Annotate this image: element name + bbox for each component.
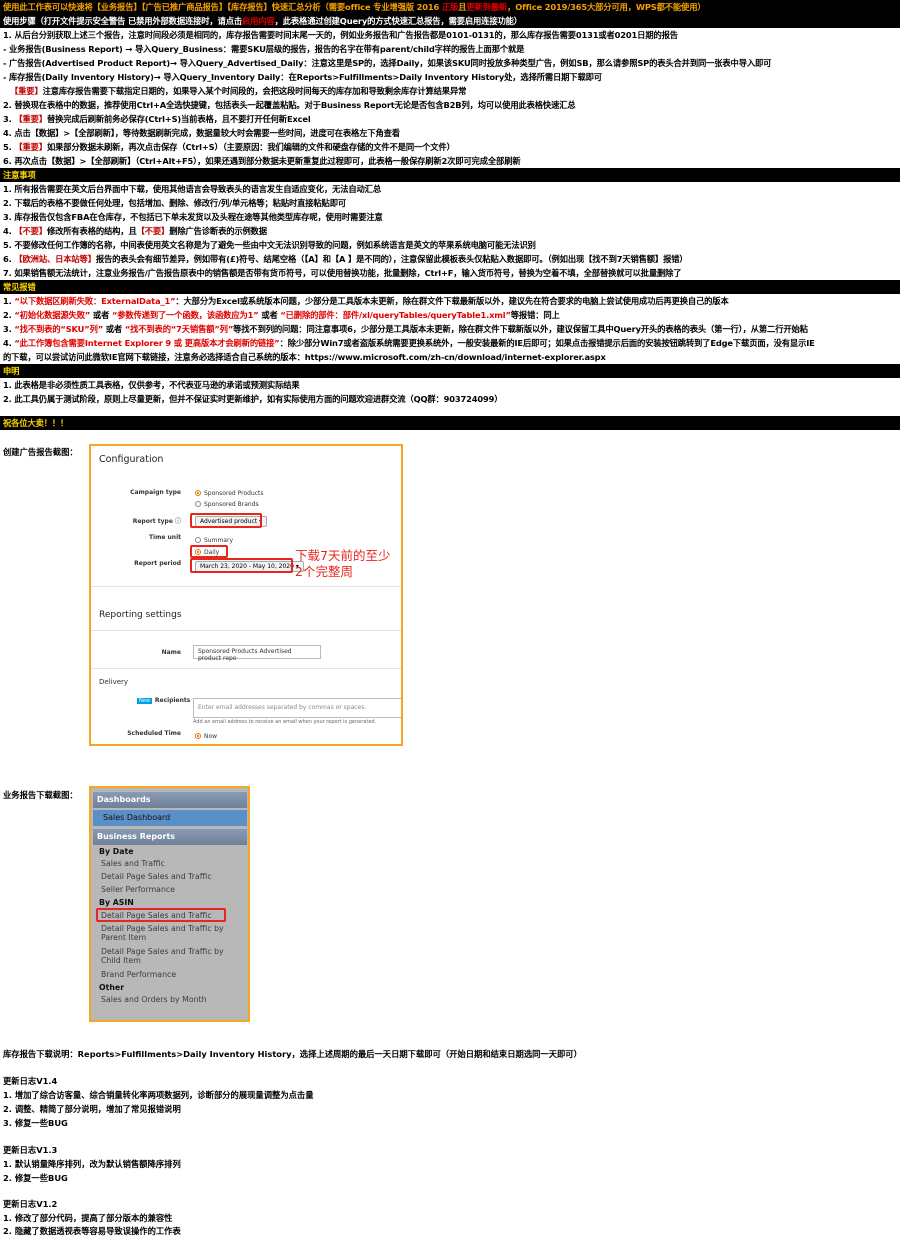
- by-asin-heading: By ASIN: [99, 898, 134, 907]
- info-icon: ⓘ: [174, 518, 181, 525]
- scheduled-time-label: Scheduled Time: [127, 730, 181, 737]
- note-1: 1. 所有报告需要在英文后台界面中下载，使用其他语言会导致表头的语言发生自适应变…: [3, 184, 381, 194]
- report-link-detail-page[interactable]: Detail Page Sales and Traffic: [101, 872, 212, 881]
- business-reports-header: Business Reports: [93, 829, 247, 845]
- changelog-v13-title: 更新日志V1.3: [3, 1145, 58, 1155]
- section-divider: [91, 586, 401, 587]
- config-title: Configuration: [99, 454, 164, 465]
- radio-icon: [195, 501, 201, 507]
- inventory-download-note: 库存报告下载说明：Reports>Fulfillments>Daily Inve…: [3, 1049, 582, 1059]
- report-link-sales-traffic[interactable]: Sales and Traffic: [101, 859, 165, 868]
- note-2: 2. 下载后的表格不要做任何处理，包括增加、删除、修改行/列/单元格等；粘贴时直…: [3, 198, 347, 208]
- step-1d: 【重要】注意库存报告需要下载指定日期的，如果导入某个时间段的，会把这段时间每天的…: [10, 86, 467, 96]
- radio-icon: [195, 537, 201, 543]
- new-badge: New: [137, 698, 152, 704]
- report-period-highlight: [190, 558, 293, 573]
- dashboards-header: Dashboards: [93, 792, 247, 808]
- business-screenshot-label: 业务报告下载截图：: [3, 790, 78, 800]
- option-now[interactable]: Now: [195, 733, 217, 740]
- recipients-label-row: New Recipients: [137, 697, 191, 704]
- name-label: Name: [161, 649, 181, 656]
- note-6: 6. 【欧洲站、日本站等】报告的表头会有细节差异，例如带有(£)符号、结尾空格（…: [3, 254, 688, 264]
- time-unit-label: Time unit: [148, 534, 181, 541]
- report-name-input[interactable]: Sponsored Products Advertised product re…: [193, 645, 321, 662]
- radio-selected-icon: [195, 490, 201, 496]
- ad-config-screenshot: Configuration Campaign type Sponsored Pr…: [89, 444, 403, 746]
- ad-screenshot-label: 创建广告报告截图：: [3, 447, 78, 457]
- step-2: 2. 替换现在表格中的数据，推荐使用Ctrl+A全选快捷键，包括表头一起覆盖粘贴…: [3, 100, 576, 110]
- step-1b: - 广告报告(Advertised Product Report)→ 导入Que…: [3, 58, 772, 68]
- step-6: 6. 再次点击【数据】>【全部刷新】（Ctrl+Alt+F5），如果还遇到部分数…: [3, 156, 521, 166]
- radio-selected-icon: [195, 733, 201, 739]
- changelog-v14-3: 3. 修复一些BUG: [3, 1118, 68, 1128]
- notes-header: 注意事项: [0, 168, 900, 182]
- header-title-row: 使用此工作表可以快速将【业务报告】【广告已推广商品报告】【库存报告】快速汇总分析…: [0, 0, 900, 14]
- report-link-sales-orders-month[interactable]: Sales and Orders by Month: [101, 995, 207, 1004]
- wish-banner: 祝各位大卖！！！: [0, 416, 900, 430]
- error-2: 2. “初始化数据源失败” 或者 “参数传递到了一个函数，该函数应为1” 或者 …: [3, 310, 560, 320]
- usage-steps-header: 使用步骤（打开文件提示安全警告 已禁用外部数据连接时，请点击启用内容，此表格通过…: [0, 14, 900, 28]
- report-type-highlight: [190, 513, 262, 528]
- step-1a: - 业务报告(Business Report) → 导入Query_Busine…: [3, 44, 525, 54]
- recipients-input[interactable]: Enter email addresses separated by comma…: [193, 698, 401, 718]
- note-5: 5. 不要修改任何工作簿的名称，中间表使用英文名称是为了避免一些由中文无法识别导…: [3, 240, 536, 250]
- option-sponsored-products[interactable]: Sponsored Products: [195, 490, 264, 497]
- recipients-help: Add an email address to receive an email…: [193, 719, 377, 725]
- step-3: 3. 【重要】替换完成后刷新前务必保存(Ctrl+S)当前表格，且不要打开任何新…: [3, 114, 311, 124]
- error-4-cont: 的下载，可以尝试访问此微软IE官网下载链接，注意务必选择适合自己系统的版本：ht…: [3, 352, 606, 362]
- report-link-seller-performance[interactable]: Seller Performance: [101, 885, 175, 894]
- changelog-v14-title: 更新日志V1.4: [3, 1076, 58, 1086]
- note-3: 3. 库存报告仅包含FBA在仓库存，不包括已下单未发货以及头程在途等其他类型库存…: [3, 212, 383, 222]
- step-4: 4. 点击【数据】>【全部刷新】，等待数据刷新完成，数据量较大时会需要一些时间，…: [3, 128, 400, 138]
- changelog-v13-2: 2. 修复一些BUG: [3, 1173, 68, 1183]
- changelog-v12-title: 更新日志V1.2: [3, 1199, 58, 1209]
- daily-highlight: [190, 545, 228, 558]
- reporting-settings-title: Reporting settings: [99, 610, 182, 620]
- other-heading: Other: [99, 983, 125, 992]
- section-divider: [91, 630, 401, 631]
- changelog-v12-1: 1. 修改了部分代码，提高了部分版本的兼容性: [3, 1213, 173, 1223]
- disclaimer-header: 申明: [0, 364, 900, 378]
- error-1: 1. “以下数据区刷新失败：ExternalData_1”：大部分为Excel或…: [3, 296, 729, 306]
- report-type-label: Report type ⓘ: [132, 518, 181, 525]
- report-period-label: Report period: [134, 560, 181, 567]
- report-link-brand-performance[interactable]: Brand Performance: [101, 970, 176, 979]
- report-link-parent-item[interactable]: Detail Page Sales and Traffic by Parent I…: [101, 924, 224, 942]
- option-summary[interactable]: Summary: [195, 537, 233, 544]
- report-link-child-item[interactable]: Detail Page Sales and Traffic by Child It…: [101, 947, 224, 965]
- sales-dashboard-link[interactable]: Sales Dashboard: [93, 810, 247, 826]
- disclaimer-1: 1. 此表格是非必须性质工具表格，仅供参考，不代表亚马逊的承诺或预测实际结果: [3, 380, 300, 390]
- error-4: 4. “此工作簿包含需要Internet Explorer 9 或 更高版本才会…: [3, 338, 815, 348]
- changelog-v14-2: 2. 调整、精简了部分说明，增加了常见报错说明: [3, 1104, 181, 1114]
- errors-header: 常见报错: [0, 280, 900, 294]
- by-date-heading: By Date: [99, 847, 134, 856]
- changelog-v12-2: 2. 隐藏了数据透视表等容易导致误操作的工作表: [3, 1226, 181, 1236]
- section-divider: [91, 668, 401, 669]
- campaign-type-label: Campaign type: [130, 489, 181, 496]
- step-1c: - 库存报告(Daily Inventory History)→ 导入Query…: [3, 72, 602, 82]
- step-1: 1. 从后台分别获取上述三个报告，注意时间段必须是相同的，库存报告需要时间末尾一…: [3, 30, 678, 40]
- note-7: 7. 如果销售额无法统计，注意业务报告/广告报告原表中的销售额是否带有货币符号，…: [3, 268, 682, 278]
- changelog-v13-1: 1. 默认销量降序排列，改为默认销售额降序排列: [3, 1159, 181, 1169]
- step-5: 5. 【重要】如果部分数据未刷新，再次点击保存（Ctrl+S）（主要原因：我们编…: [3, 142, 455, 152]
- option-sponsored-brands[interactable]: Sponsored Brands: [195, 501, 259, 508]
- disclaimer-2: 2. 此工具仍属于测试阶段，原则上尽量更新，但并不保证实时更新维护，如有实际使用…: [3, 394, 503, 404]
- note-4: 4. 【不要】修改所有表格的结构，且【不要】删除广告诊断表的示例数据: [3, 226, 267, 236]
- changelog-v14-1: 1. 增加了综合访客量、综合销量转化率两项数据列，诊断部分的展现量调整为点击量: [3, 1090, 314, 1100]
- asin-detail-highlight: [96, 908, 226, 922]
- business-reports-screenshot: Dashboards Sales Dashboard Business Repo…: [89, 786, 250, 1022]
- delivery-title: Delivery: [99, 678, 129, 686]
- error-3: 3. “找不到表的“SKU”列” 或者 “找不到表的“7天销售额”列”等找不到列…: [3, 324, 808, 334]
- period-note: 下载7天前的至少 2个完整周: [295, 548, 391, 579]
